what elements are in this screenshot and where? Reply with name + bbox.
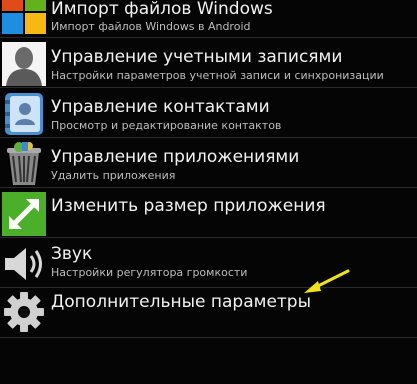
list-item-advanced[interactable]: Дополнительные параметры xyxy=(0,286,417,338)
list-item-resize[interactable]: Изменить размер приложения xyxy=(0,190,417,238)
item-subtitle: Удалить приложения xyxy=(51,169,176,182)
list-item-contacts[interactable]: Управление контактами Просмотр и редакти… xyxy=(0,90,417,138)
resize-arrows-icon xyxy=(2,192,46,236)
item-subtitle: Настройки регулятора громкости xyxy=(51,266,248,279)
speaker-icon xyxy=(2,242,46,286)
user-account-icon xyxy=(2,42,46,86)
trash-bin-icon xyxy=(2,142,46,186)
annotation-arrow-icon xyxy=(304,269,350,293)
item-subtitle: Импорт файлов Windows в Android xyxy=(51,20,251,33)
item-title: Изменить размер приложения xyxy=(51,196,326,216)
item-title: Управление контактами xyxy=(51,97,270,117)
item-title: Управление учетными записями xyxy=(51,47,343,67)
item-title: Управление приложениями xyxy=(51,147,300,167)
item-title: Импорт файлов Windows xyxy=(51,0,273,19)
list-item-apps[interactable]: Управление приложениями Удалить приложен… xyxy=(0,140,417,188)
list-item-sound[interactable]: Звук Настройки регулятора громкости xyxy=(0,240,417,288)
item-subtitle: Просмотр и редактирование контактов xyxy=(51,119,282,132)
item-subtitle: Настройки параметров учетной записи и си… xyxy=(51,69,384,82)
gear-icon xyxy=(2,290,46,334)
item-title: Звук xyxy=(51,244,93,264)
item-title: Дополнительные параметры xyxy=(51,292,312,312)
list-item-accounts[interactable]: Управление учетными записями Настройки п… xyxy=(0,40,417,88)
list-item-windows-import[interactable]: Импорт файлов Windows Импорт файлов Wind… xyxy=(0,0,417,38)
windows-logo-icon xyxy=(2,0,46,34)
contacts-book-icon xyxy=(2,92,46,136)
